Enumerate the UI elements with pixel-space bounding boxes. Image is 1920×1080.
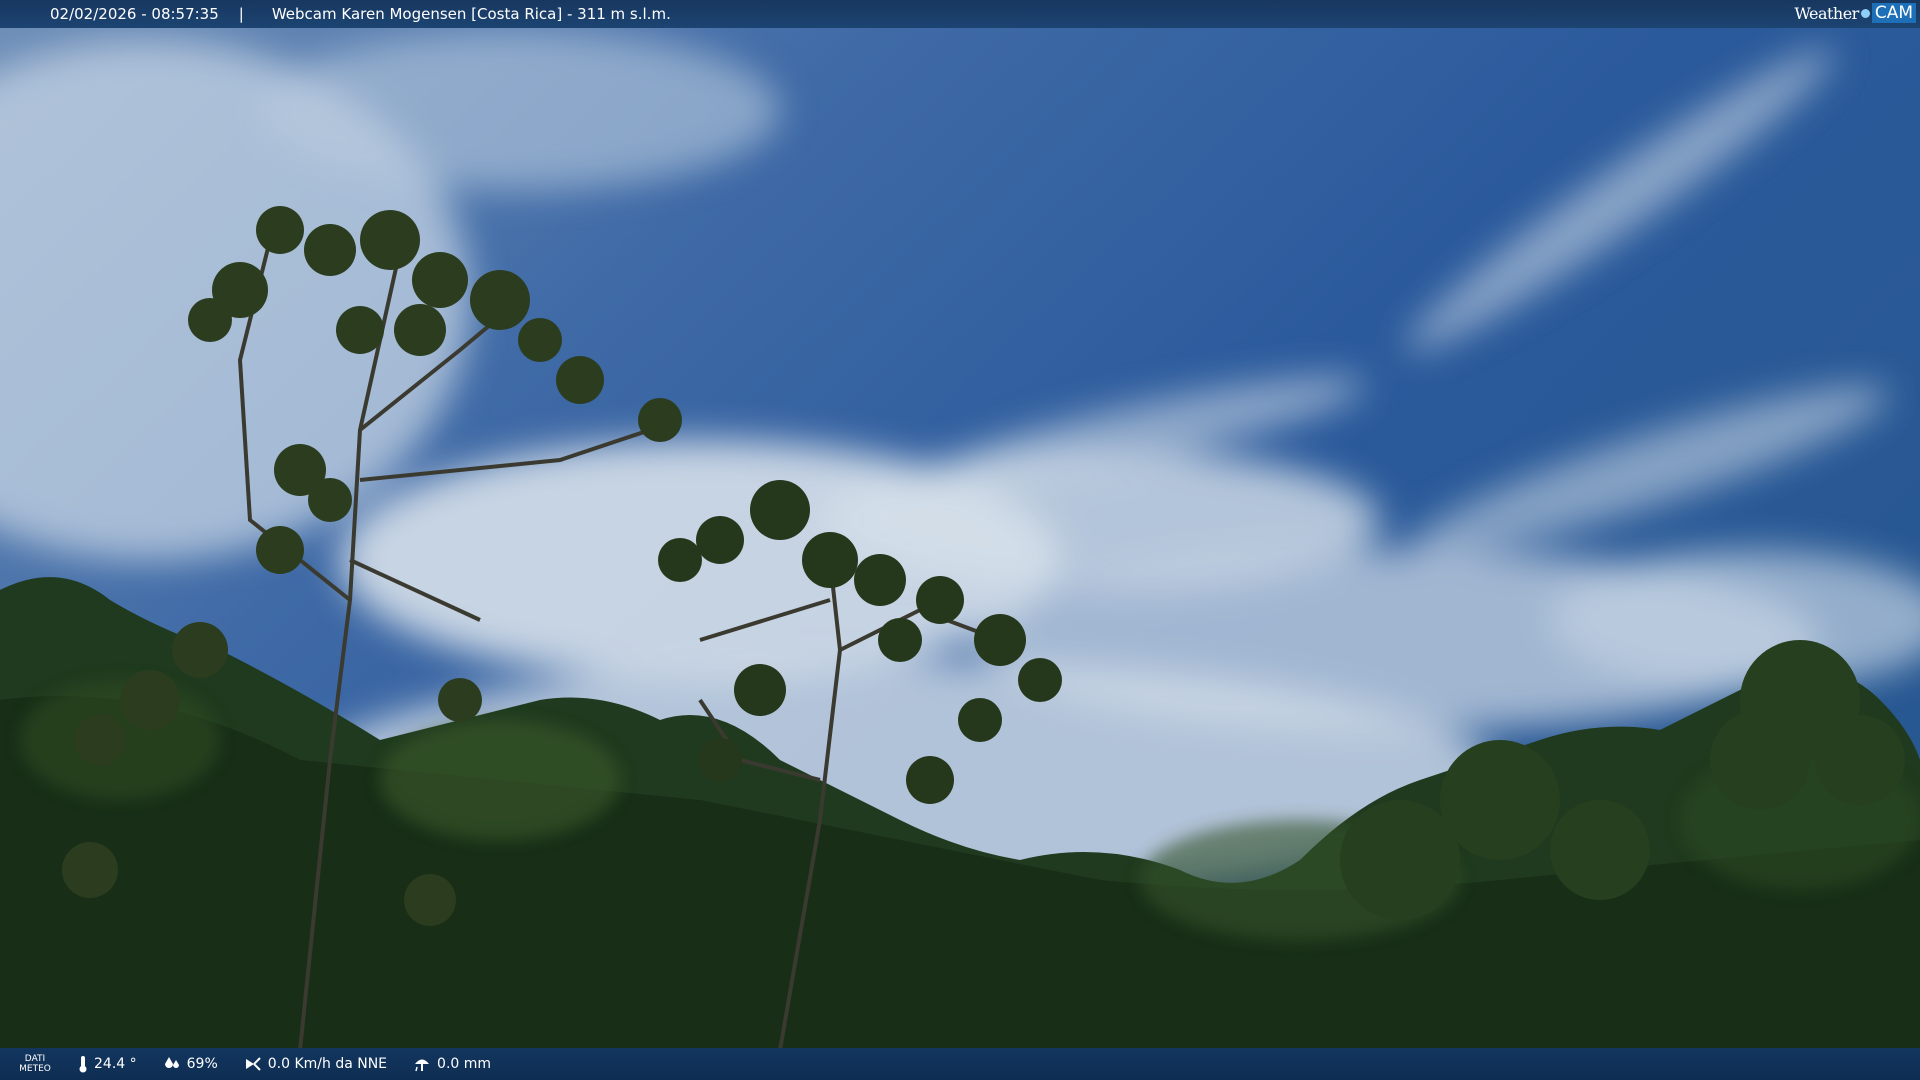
timestamp: 02/02/2026 - 08:57:35	[50, 5, 219, 23]
humidity-icon	[164, 1057, 179, 1068]
humidity-item: 69%	[163, 1056, 218, 1072]
webcam-image	[0, 0, 1920, 1080]
top-info-bar: 02/02/2026 - 08:57:35 | Webcam Karen Mog…	[0, 0, 1920, 28]
wind-item: 0.0 Km/h da NNE	[244, 1055, 387, 1073]
rain-item: 0.0 mm	[413, 1055, 491, 1073]
weathercam-logo: Weather CAM	[1794, 3, 1916, 23]
meteo-label: METEO	[19, 1064, 51, 1074]
wind-value: 0.0 Km/h da NNE	[267, 1056, 388, 1072]
separator: |	[238, 5, 244, 23]
thermometer-icon	[79, 1056, 87, 1073]
rain-icon	[415, 1059, 430, 1072]
logo-weather: Weather	[1794, 3, 1859, 23]
logo-dot-icon	[1860, 8, 1870, 18]
logo-cam: CAM	[1871, 3, 1916, 23]
dati-label: DATI	[24, 1054, 46, 1064]
temperature-value: 24.4 °	[94, 1056, 137, 1072]
rain-value: 0.0 mm	[437, 1056, 492, 1072]
temperature-item: 24.4 °	[78, 1055, 137, 1073]
wind-icon	[245, 1057, 261, 1071]
dati-meteo-label: DATI METEO	[18, 1054, 52, 1074]
humidity-value: 69%	[186, 1056, 218, 1072]
webcam-location: Webcam Karen Mogensen [Costa Rica] - 311…	[271, 5, 671, 23]
weather-data-bar: DATI METEO 24.4 ° 69% 0.0 Km/h da NNE 0.…	[0, 1048, 1920, 1080]
